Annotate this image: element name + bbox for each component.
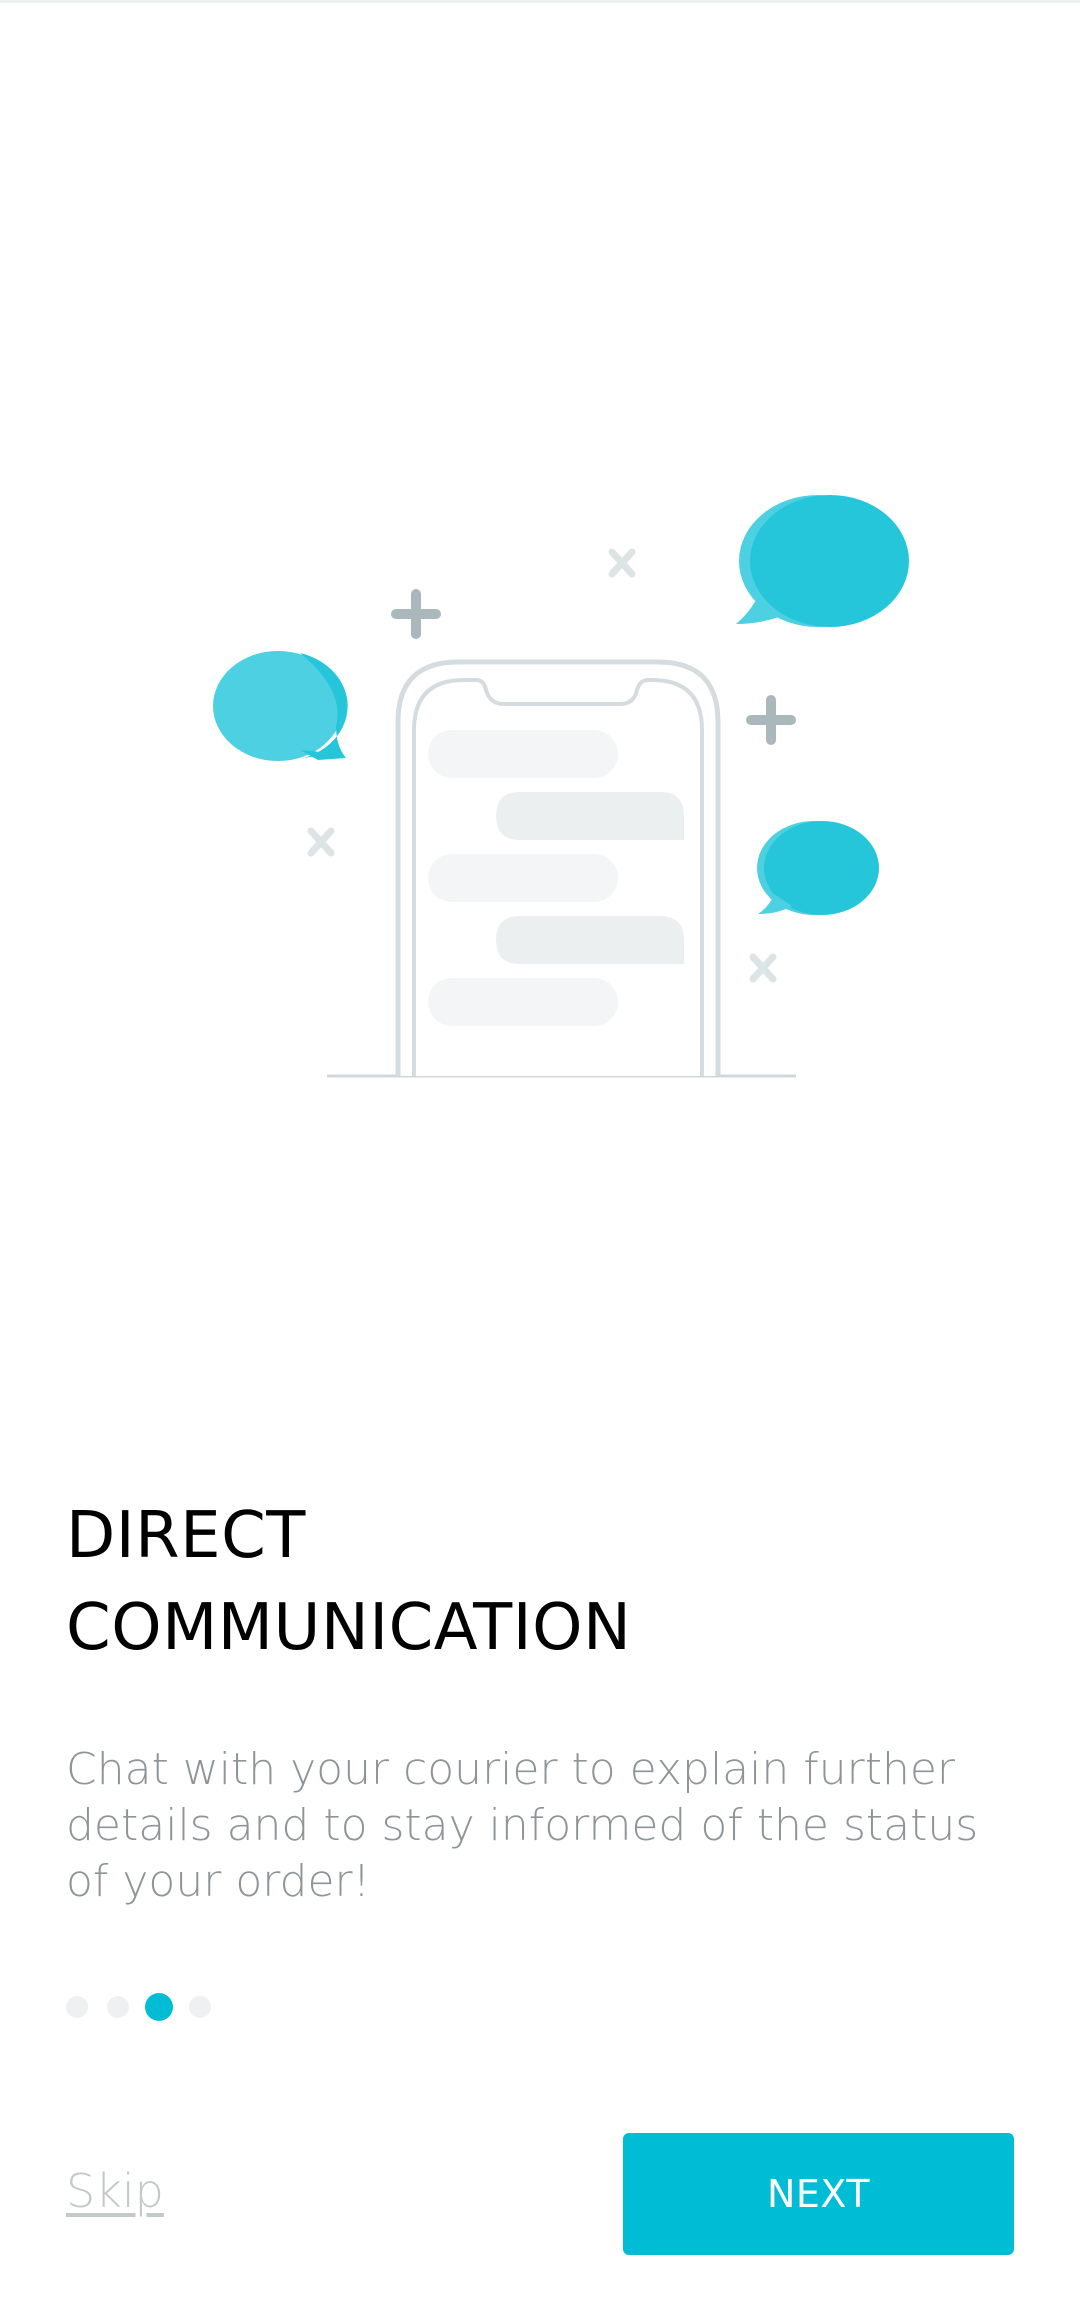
plus-sparkle-icon <box>391 589 441 639</box>
onboarding-description: Chat with your courier to explain furthe… <box>66 1744 979 1907</box>
chat-bubble-icon <box>213 651 348 761</box>
plus-sparkle-icon <box>746 695 796 745</box>
x-sparkle-icon <box>608 548 636 578</box>
skip-link[interactable]: Skip <box>66 2164 164 2218</box>
x-sparkle-icon <box>749 953 777 983</box>
chat-bubble-icon <box>736 495 909 627</box>
page-dot <box>66 1996 88 2018</box>
page-title: DIRECT COMMUNICATION <box>66 1490 1026 1674</box>
page-indicator <box>66 1993 230 2021</box>
message-bar <box>428 854 618 902</box>
next-button[interactable]: NEXT <box>623 2133 1014 2255</box>
page-dot <box>107 1996 129 2018</box>
chat-bubble-icon <box>757 821 879 915</box>
page-dot <box>189 1996 211 2018</box>
title-line: COMMUNICATION <box>66 1591 632 1665</box>
chat-illustration <box>213 495 909 1078</box>
message-bar <box>496 916 684 964</box>
message-bar <box>496 792 684 840</box>
message-bar <box>428 730 618 778</box>
page-dot-active <box>145 1993 173 2021</box>
message-bar <box>428 978 618 1026</box>
x-sparkle-icon <box>307 827 335 857</box>
title-line: DIRECT <box>66 1499 306 1573</box>
phone-outline-icon <box>395 659 721 1076</box>
